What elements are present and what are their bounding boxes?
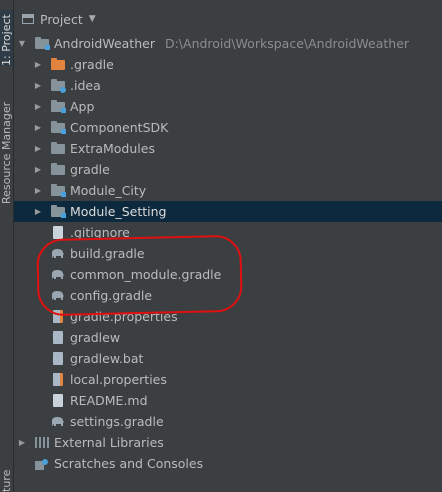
chevron-right-icon[interactable]: ▶ bbox=[34, 144, 42, 154]
module-folder-icon bbox=[51, 205, 66, 218]
resource-manager-tool-tab[interactable]: Resource Manager bbox=[0, 94, 13, 204]
tree-item-label: External Libraries bbox=[54, 435, 164, 450]
folder-icon bbox=[35, 37, 50, 50]
gradle-elephant-icon bbox=[51, 415, 65, 428]
tree-item-label: local.properties bbox=[70, 372, 167, 387]
gradle-elephant-icon bbox=[51, 247, 65, 260]
tree-item-module-city[interactable]: ▶ Module_City bbox=[14, 180, 442, 201]
tree-item-build-gradle[interactable]: build.gradle bbox=[14, 243, 442, 264]
chevron-right-icon[interactable]: ▶ bbox=[34, 123, 42, 133]
libraries-icon bbox=[35, 436, 49, 449]
folder-icon bbox=[51, 58, 65, 71]
tree-item-label: ExtraModules bbox=[70, 141, 155, 156]
chevron-down-icon[interactable]: ▼ bbox=[89, 14, 96, 24]
tree-item-extramodules[interactable]: ▶ ExtraModules bbox=[14, 138, 442, 159]
chevron-right-icon[interactable]: ▶ bbox=[34, 207, 42, 217]
tree-item-scratches[interactable]: Scratches and Consoles bbox=[14, 453, 442, 474]
chevron-right-icon[interactable]: ▶ bbox=[34, 165, 42, 175]
tree-item-componentsdk[interactable]: ▶ ComponentSDK bbox=[14, 117, 442, 138]
tree-item-gradle-properties[interactable]: gradle.properties bbox=[14, 306, 442, 327]
tree-item-config-gradle[interactable]: config.gradle bbox=[14, 285, 442, 306]
gradle-elephant-icon bbox=[51, 268, 65, 281]
markdown-file-icon bbox=[51, 394, 65, 407]
tree-item-label: config.gradle bbox=[70, 288, 153, 303]
tree-item-label: .idea bbox=[70, 78, 101, 93]
ignore-file-icon bbox=[51, 226, 65, 239]
module-folder-icon bbox=[51, 100, 66, 113]
tree-item-label: gradlew bbox=[70, 330, 121, 345]
tree-item-local-properties[interactable]: local.properties bbox=[14, 369, 442, 390]
project-window-icon bbox=[22, 14, 34, 24]
tree-item-label: .gitignore bbox=[70, 225, 130, 240]
file-icon bbox=[51, 352, 65, 365]
tree-item-gradlew[interactable]: gradlew bbox=[14, 327, 442, 348]
properties-file-icon bbox=[51, 373, 65, 386]
tree-root-androidweather[interactable]: ▼ AndroidWeather D:\Android\Workspace\An… bbox=[14, 33, 442, 54]
root-path: D:\Android\Workspace\AndroidWeather bbox=[164, 36, 410, 51]
folder-icon bbox=[51, 79, 66, 93]
folder-icon bbox=[51, 142, 65, 155]
chevron-right-icon[interactable]: ▶ bbox=[34, 186, 42, 196]
tree-item-label: gradle.properties bbox=[70, 309, 178, 324]
project-tool-tab[interactable]: 1: Project bbox=[0, 10, 13, 66]
tree-item-readme[interactable]: README.md bbox=[14, 390, 442, 411]
tree-item-label: common_module.gradle bbox=[70, 267, 222, 282]
tree-item-gradlew-bat[interactable]: gradlew.bat bbox=[14, 348, 442, 369]
tree-item-label: App bbox=[70, 99, 95, 114]
tree-item-gradle-folder[interactable]: ▶ gradle bbox=[14, 159, 442, 180]
module-folder-icon bbox=[51, 121, 66, 134]
scratches-icon bbox=[35, 457, 49, 470]
tree-item-gitignore[interactable]: .gitignore bbox=[14, 222, 442, 243]
tool-window-strip: 1: Project Resource Manager ture bbox=[0, 0, 14, 492]
chevron-right-icon[interactable]: ▶ bbox=[34, 102, 42, 112]
chevron-right-icon[interactable]: ▶ bbox=[18, 438, 26, 448]
tree-item-label: Scratches and Consoles bbox=[54, 456, 204, 471]
chevron-down-icon[interactable]: ▼ bbox=[18, 39, 26, 49]
folder-icon bbox=[51, 163, 65, 176]
tree-item-label: gradlew.bat bbox=[70, 351, 144, 366]
tree-item-app[interactable]: ▶ App bbox=[14, 96, 442, 117]
file-icon bbox=[51, 331, 65, 344]
tree-item-label: README.md bbox=[70, 393, 148, 408]
tree-item-label: build.gradle bbox=[70, 246, 145, 261]
module-folder-icon bbox=[51, 184, 66, 197]
chevron-right-icon[interactable]: ▶ bbox=[34, 60, 42, 70]
root-label: AndroidWeather bbox=[54, 36, 155, 51]
panel-title[interactable]: Project bbox=[40, 12, 83, 27]
tree-item-label: ComponentSDK bbox=[70, 120, 169, 135]
tree-item-label: .gradle bbox=[70, 57, 114, 72]
tree-item-module-setting[interactable]: ▶ Module_Setting bbox=[14, 201, 442, 222]
gradle-elephant-icon bbox=[51, 289, 65, 302]
tree-item-dot-gradle[interactable]: ▶ .gradle bbox=[14, 54, 442, 75]
chevron-right-icon[interactable]: ▶ bbox=[34, 81, 42, 91]
tree-item-label: settings.gradle bbox=[70, 414, 164, 429]
structure-tool-tab[interactable]: ture bbox=[0, 462, 13, 492]
tree-item-common-module-gradle[interactable]: common_module.gradle bbox=[14, 264, 442, 285]
tree-item-settings-gradle[interactable]: settings.gradle bbox=[14, 411, 442, 432]
tree-item-label: Module_Setting bbox=[70, 204, 167, 219]
tree-item-idea[interactable]: ▶ .idea bbox=[14, 75, 442, 96]
properties-file-icon bbox=[51, 310, 65, 323]
tree-item-label: Module_City bbox=[70, 183, 147, 198]
tree-item-label: gradle bbox=[70, 162, 110, 177]
project-panel-header: Project ▼ bbox=[14, 7, 442, 31]
tree-item-external-libraries[interactable]: ▶ External Libraries bbox=[14, 432, 442, 453]
